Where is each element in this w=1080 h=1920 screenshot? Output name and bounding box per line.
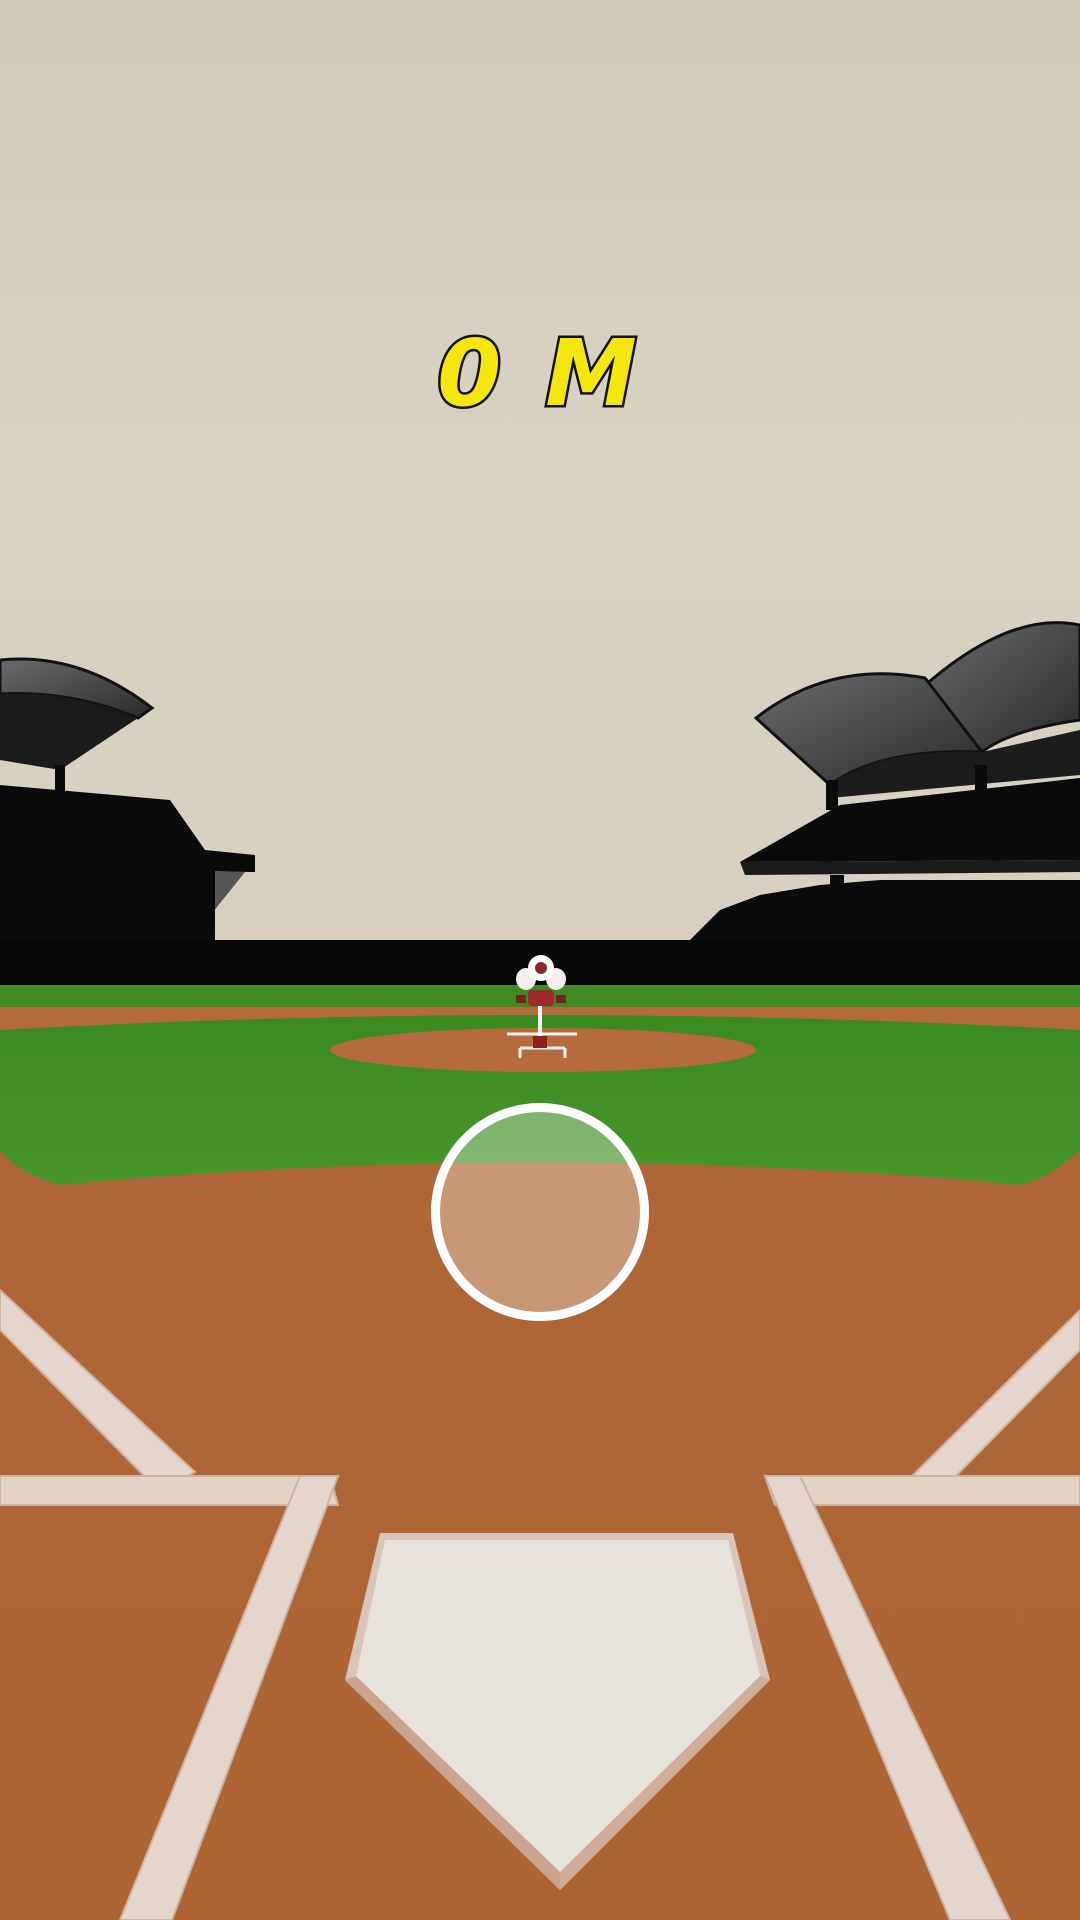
stadium — [0, 621, 1080, 1920]
distance-value: 0 — [435, 320, 508, 427]
game-scene: 0 M — [0, 0, 1080, 1920]
distance-unit: M — [543, 320, 643, 427]
stadium-stands-left — [0, 657, 255, 945]
swing-button[interactable] — [431, 1103, 649, 1321]
stadium-stands-right — [690, 621, 1080, 990]
distance-readout: 0 M — [0, 325, 1080, 422]
